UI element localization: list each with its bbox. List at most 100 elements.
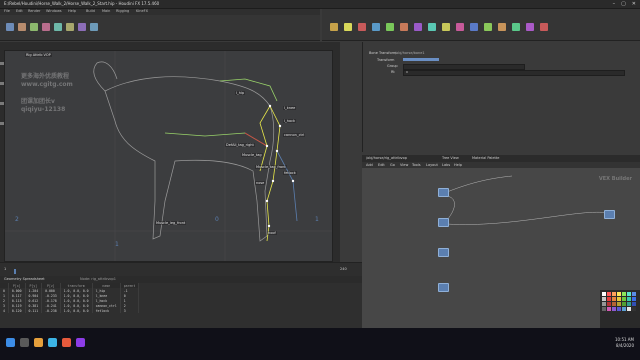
menu-windows[interactable]: Windows bbox=[46, 9, 62, 13]
swatch[interactable] bbox=[607, 302, 611, 306]
close-icon[interactable]: ✕ bbox=[632, 1, 636, 7]
menu-render[interactable]: Render bbox=[28, 9, 40, 13]
rt-field[interactable]: 0 bbox=[403, 70, 625, 76]
swatch[interactable] bbox=[612, 307, 616, 311]
spray-paint-icon[interactable] bbox=[90, 23, 98, 31]
swatch[interactable] bbox=[602, 307, 606, 311]
vr-camera-icon[interactable] bbox=[526, 23, 534, 31]
swatch[interactable] bbox=[632, 292, 636, 296]
spreadsheet-tab[interactable]: Geometry Spreadsheet bbox=[4, 277, 45, 281]
tab-network-path[interactable]: /obj/horse/rig_attribvop bbox=[366, 156, 407, 160]
param-label-group: Group bbox=[387, 64, 398, 68]
swatch[interactable] bbox=[612, 297, 616, 301]
swatch[interactable] bbox=[617, 297, 621, 301]
torus-icon[interactable] bbox=[42, 23, 50, 31]
menu-edit[interactable]: Edit bbox=[16, 9, 23, 13]
volume-light-icon[interactable] bbox=[400, 23, 408, 31]
transform-tab[interactable] bbox=[403, 58, 439, 61]
switcher-icon[interactable] bbox=[540, 23, 548, 31]
camera-icon[interactable] bbox=[330, 23, 338, 31]
swatch[interactable] bbox=[617, 292, 621, 296]
stereo-camera-icon[interactable] bbox=[512, 23, 520, 31]
menu-build[interactable]: Build bbox=[86, 9, 95, 13]
menu-rigging[interactable]: Rigging bbox=[116, 9, 129, 13]
swatch[interactable] bbox=[607, 292, 611, 296]
swatch[interactable] bbox=[607, 297, 611, 301]
timeline[interactable]: 1 240 bbox=[0, 262, 362, 276]
browser-icon[interactable] bbox=[48, 338, 57, 347]
swatch[interactable] bbox=[622, 297, 626, 301]
swatch[interactable] bbox=[612, 292, 616, 296]
swatch[interactable] bbox=[602, 302, 606, 306]
tab-tree-view[interactable]: Tree View bbox=[442, 156, 459, 160]
file-explorer-icon[interactable] bbox=[34, 338, 43, 347]
network-view[interactable]: VEX Builder bbox=[362, 168, 640, 328]
swatch[interactable] bbox=[632, 302, 636, 306]
system-clock[interactable]: 10:51 AM 8/4/2020 bbox=[615, 337, 634, 349]
environment-light-icon[interactable] bbox=[428, 23, 436, 31]
tube-icon[interactable] bbox=[30, 23, 38, 31]
net-menu-tools[interactable]: Tools bbox=[412, 163, 421, 167]
net-menu-layout[interactable]: Layout bbox=[426, 163, 438, 167]
swatch[interactable] bbox=[627, 292, 631, 296]
scene-viewport[interactable]: Rig Attrib VOP 更多海外优质教程 www.cgitg.com 团课… bbox=[4, 50, 333, 262]
start-icon[interactable] bbox=[6, 338, 15, 347]
menu-main[interactable]: Main bbox=[102, 9, 110, 13]
network-node[interactable] bbox=[604, 210, 615, 219]
swatch[interactable] bbox=[632, 307, 636, 311]
swatch[interactable] bbox=[622, 292, 626, 296]
table-row[interactable]: 4 0.120 0.111 -0.238 1.0, 0.0, 0.0 fetlock 3 bbox=[0, 308, 140, 313]
curve-icon[interactable] bbox=[66, 23, 74, 31]
skeleton-overlay bbox=[5, 51, 332, 261]
swatch[interactable] bbox=[617, 307, 621, 311]
point-light-icon[interactable] bbox=[344, 23, 352, 31]
net-menu-add[interactable]: Add bbox=[366, 163, 373, 167]
grid-icon[interactable] bbox=[54, 23, 62, 31]
maximize-icon[interactable]: ▢ bbox=[621, 1, 626, 7]
tab-material-palette[interactable]: Material Palette bbox=[472, 156, 499, 160]
swatch[interactable] bbox=[622, 302, 626, 306]
search-icon[interactable] bbox=[20, 338, 29, 347]
network-node[interactable] bbox=[438, 218, 449, 227]
portal-light-icon[interactable] bbox=[484, 23, 492, 31]
swatch[interactable] bbox=[622, 307, 626, 311]
path-icon[interactable] bbox=[78, 23, 86, 31]
distant-light-icon[interactable] bbox=[414, 23, 422, 31]
network-node[interactable] bbox=[438, 188, 449, 197]
swatch[interactable] bbox=[612, 302, 616, 306]
network-node[interactable] bbox=[438, 248, 449, 257]
swatch[interactable] bbox=[602, 297, 606, 301]
ambient-light-icon[interactable] bbox=[498, 23, 506, 31]
color-palette[interactable] bbox=[600, 290, 640, 328]
swatch[interactable] bbox=[627, 307, 631, 311]
swatch[interactable] bbox=[627, 297, 631, 301]
swatch[interactable] bbox=[617, 302, 621, 306]
app-icon[interactable] bbox=[76, 338, 85, 347]
caustic-light-icon[interactable] bbox=[470, 23, 478, 31]
net-menu-labs[interactable]: Labs bbox=[442, 163, 450, 167]
net-menu-go[interactable]: Go bbox=[390, 163, 395, 167]
swatch[interactable] bbox=[627, 302, 631, 306]
cell: fetlock bbox=[92, 308, 121, 313]
menu-help[interactable]: Help bbox=[68, 9, 76, 13]
swatch[interactable] bbox=[607, 307, 611, 311]
menu-file[interactable]: File bbox=[4, 9, 10, 13]
net-menu-help[interactable]: Help bbox=[454, 163, 462, 167]
area-light-icon[interactable] bbox=[372, 23, 380, 31]
swatch[interactable] bbox=[632, 297, 636, 301]
box-icon[interactable] bbox=[6, 23, 14, 31]
houdini-icon[interactable] bbox=[62, 338, 71, 347]
sky-light-icon[interactable] bbox=[442, 23, 450, 31]
network-node[interactable] bbox=[438, 283, 449, 292]
sphere-icon[interactable] bbox=[18, 23, 26, 31]
gi-light-icon[interactable] bbox=[456, 23, 464, 31]
cell: 0.120 bbox=[8, 308, 26, 313]
menu-kinefx[interactable]: KineFX bbox=[136, 9, 148, 13]
net-menu-view[interactable]: View bbox=[400, 163, 408, 167]
net-menu-edit[interactable]: Edit bbox=[378, 163, 385, 167]
swatch[interactable] bbox=[602, 292, 606, 296]
geometry-light-icon[interactable] bbox=[386, 23, 394, 31]
spot-light-icon[interactable] bbox=[358, 23, 366, 31]
timeline-playhead[interactable] bbox=[14, 269, 16, 274]
minimize-icon[interactable]: – bbox=[613, 1, 616, 7]
